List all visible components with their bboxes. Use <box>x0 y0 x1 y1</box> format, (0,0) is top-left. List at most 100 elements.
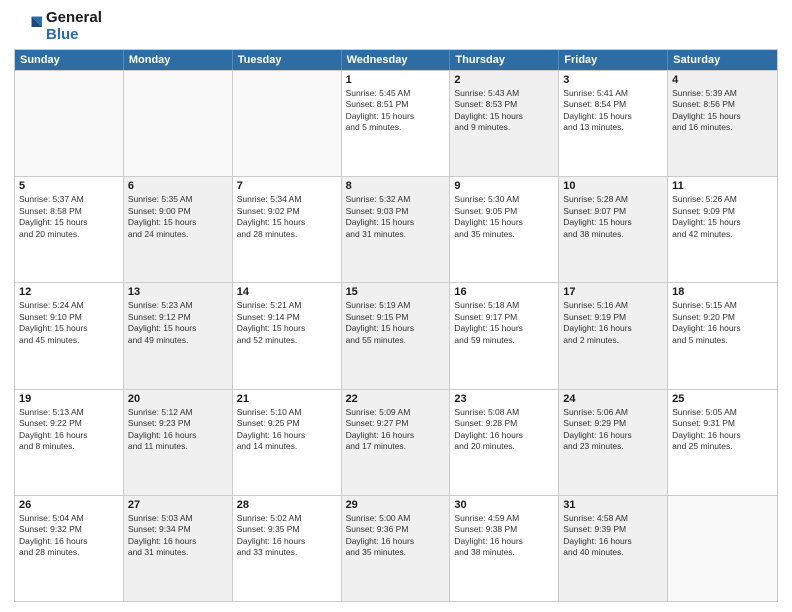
cell-content: Sunrise: 5:37 AM Sunset: 8:58 PM Dayligh… <box>19 194 119 240</box>
calendar-row: 5 Sunrise: 5:37 AM Sunset: 8:58 PM Daylig… <box>15 176 777 282</box>
day-number: 15 <box>346 286 446 298</box>
page: General Blue SundayMondayTuesdayWednesda… <box>0 0 792 612</box>
calendar-row: 1 Sunrise: 5:45 AM Sunset: 8:51 PM Daylig… <box>15 70 777 176</box>
day-number: 31 <box>563 499 663 511</box>
cell-content: Sunrise: 5:30 AM Sunset: 9:05 PM Dayligh… <box>454 194 554 240</box>
calendar-cell <box>15 71 124 176</box>
calendar-row: 19 Sunrise: 5:13 AM Sunset: 9:22 PM Dayli… <box>15 389 777 495</box>
logo-icon <box>14 13 42 41</box>
day-number: 5 <box>19 180 119 192</box>
calendar-cell: 13 Sunrise: 5:23 AM Sunset: 9:12 PM Dayli… <box>124 283 233 388</box>
day-number: 16 <box>454 286 554 298</box>
calendar-cell: 26Sunrise: 5:04 AM Sunset: 9:32 PM Dayli… <box>15 496 124 601</box>
cell-content: Sunrise: 5:26 AM Sunset: 9:09 PM Dayligh… <box>672 194 773 240</box>
calendar-cell <box>124 71 233 176</box>
day-number: 27 <box>128 499 228 511</box>
cell-content: Sunrise: 5:35 AM Sunset: 9:00 PM Dayligh… <box>128 194 228 240</box>
day-number: 6 <box>128 180 228 192</box>
cell-content: Sunrise: 5:05 AM Sunset: 9:31 PM Dayligh… <box>672 407 773 453</box>
cell-content: Sunrise: 5:45 AM Sunset: 8:51 PM Dayligh… <box>346 88 446 134</box>
day-number: 11 <box>672 180 773 192</box>
calendar-cell: 11 Sunrise: 5:26 AM Sunset: 9:09 PM Dayli… <box>668 177 777 282</box>
logo: General Blue <box>14 10 102 43</box>
calendar-header: SundayMondayTuesdayWednesdayThursdayFrid… <box>15 50 777 70</box>
cell-content: Sunrise: 5:09 AM Sunset: 9:27 PM Dayligh… <box>346 407 446 453</box>
weekday-header: Saturday <box>668 50 777 70</box>
cell-content: Sunrise: 4:59 AM Sunset: 9:38 PM Dayligh… <box>454 513 554 559</box>
calendar-cell: 23 Sunrise: 5:08 AM Sunset: 9:28 PM Dayli… <box>450 390 559 495</box>
weekday-header: Monday <box>124 50 233 70</box>
day-number: 1 <box>346 74 446 86</box>
calendar-cell: 17 Sunrise: 5:16 AM Sunset: 9:19 PM Dayli… <box>559 283 668 388</box>
day-number: 30 <box>454 499 554 511</box>
calendar-cell: 16Sunrise: 5:18 AM Sunset: 9:17 PM Dayli… <box>450 283 559 388</box>
cell-content: Sunrise: 5:28 AM Sunset: 9:07 PM Dayligh… <box>563 194 663 240</box>
calendar-cell: 2Sunrise: 5:43 AM Sunset: 8:53 PM Daylig… <box>450 71 559 176</box>
cell-content: Sunrise: 5:23 AM Sunset: 9:12 PM Dayligh… <box>128 300 228 346</box>
cell-content: Sunrise: 5:43 AM Sunset: 8:53 PM Dayligh… <box>454 88 554 134</box>
cell-content: Sunrise: 5:16 AM Sunset: 9:19 PM Dayligh… <box>563 300 663 346</box>
weekday-header: Wednesday <box>342 50 451 70</box>
calendar-cell: 20 Sunrise: 5:12 AM Sunset: 9:23 PM Dayli… <box>124 390 233 495</box>
calendar-cell: 18 Sunrise: 5:15 AM Sunset: 9:20 PM Dayli… <box>668 283 777 388</box>
day-number: 18 <box>672 286 773 298</box>
calendar-cell: 28 Sunrise: 5:02 AM Sunset: 9:35 PM Dayli… <box>233 496 342 601</box>
day-number: 7 <box>237 180 337 192</box>
calendar-cell: 30 Sunrise: 4:59 AM Sunset: 9:38 PM Dayli… <box>450 496 559 601</box>
calendar-cell: 6 Sunrise: 5:35 AM Sunset: 9:00 PM Daylig… <box>124 177 233 282</box>
day-number: 12 <box>19 286 119 298</box>
day-number: 4 <box>672 74 773 86</box>
calendar-cell: 27 Sunrise: 5:03 AM Sunset: 9:34 PM Dayli… <box>124 496 233 601</box>
cell-content: Sunrise: 5:32 AM Sunset: 9:03 PM Dayligh… <box>346 194 446 240</box>
calendar-cell: 9 Sunrise: 5:30 AM Sunset: 9:05 PM Daylig… <box>450 177 559 282</box>
cell-content: Sunrise: 5:39 AM Sunset: 8:56 PM Dayligh… <box>672 88 773 134</box>
calendar-cell: 1 Sunrise: 5:45 AM Sunset: 8:51 PM Daylig… <box>342 71 451 176</box>
day-number: 25 <box>672 393 773 405</box>
calendar-cell: 29Sunrise: 5:00 AM Sunset: 9:36 PM Dayli… <box>342 496 451 601</box>
day-number: 22 <box>346 393 446 405</box>
calendar-cell: 7 Sunrise: 5:34 AM Sunset: 9:02 PM Daylig… <box>233 177 342 282</box>
cell-content: Sunrise: 5:13 AM Sunset: 9:22 PM Dayligh… <box>19 407 119 453</box>
cell-content: Sunrise: 5:10 AM Sunset: 9:25 PM Dayligh… <box>237 407 337 453</box>
cell-content: Sunrise: 5:15 AM Sunset: 9:20 PM Dayligh… <box>672 300 773 346</box>
calendar-cell: 10 Sunrise: 5:28 AM Sunset: 9:07 PM Dayli… <box>559 177 668 282</box>
day-number: 13 <box>128 286 228 298</box>
logo-text: General Blue <box>46 10 102 43</box>
day-number: 24 <box>563 393 663 405</box>
calendar-cell: 24 Sunrise: 5:06 AM Sunset: 9:29 PM Dayli… <box>559 390 668 495</box>
calendar-cell: 12Sunrise: 5:24 AM Sunset: 9:10 PM Dayli… <box>15 283 124 388</box>
weekday-header: Sunday <box>15 50 124 70</box>
header: General Blue <box>14 10 778 43</box>
weekday-header: Thursday <box>450 50 559 70</box>
day-number: 19 <box>19 393 119 405</box>
day-number: 23 <box>454 393 554 405</box>
day-number: 20 <box>128 393 228 405</box>
cell-content: Sunrise: 5:06 AM Sunset: 9:29 PM Dayligh… <box>563 407 663 453</box>
cell-content: Sunrise: 5:34 AM Sunset: 9:02 PM Dayligh… <box>237 194 337 240</box>
day-number: 9 <box>454 180 554 192</box>
calendar-cell: 19 Sunrise: 5:13 AM Sunset: 9:22 PM Dayli… <box>15 390 124 495</box>
cell-content: Sunrise: 5:02 AM Sunset: 9:35 PM Dayligh… <box>237 513 337 559</box>
cell-content: Sunrise: 5:08 AM Sunset: 9:28 PM Dayligh… <box>454 407 554 453</box>
day-number: 8 <box>346 180 446 192</box>
calendar-cell <box>233 71 342 176</box>
day-number: 28 <box>237 499 337 511</box>
calendar-cell: 21Sunrise: 5:10 AM Sunset: 9:25 PM Dayli… <box>233 390 342 495</box>
calendar-cell: 31Sunrise: 4:58 AM Sunset: 9:39 PM Dayli… <box>559 496 668 601</box>
calendar-cell: 5 Sunrise: 5:37 AM Sunset: 8:58 PM Daylig… <box>15 177 124 282</box>
day-number: 10 <box>563 180 663 192</box>
calendar-cell: 25 Sunrise: 5:05 AM Sunset: 9:31 PM Dayli… <box>668 390 777 495</box>
cell-content: Sunrise: 5:12 AM Sunset: 9:23 PM Dayligh… <box>128 407 228 453</box>
calendar-row: 12Sunrise: 5:24 AM Sunset: 9:10 PM Dayli… <box>15 282 777 388</box>
cell-content: Sunrise: 5:03 AM Sunset: 9:34 PM Dayligh… <box>128 513 228 559</box>
weekday-header: Friday <box>559 50 668 70</box>
calendar-cell: 3Sunrise: 5:41 AM Sunset: 8:54 PM Daylig… <box>559 71 668 176</box>
cell-content: Sunrise: 5:00 AM Sunset: 9:36 PM Dayligh… <box>346 513 446 559</box>
cell-content: Sunrise: 5:41 AM Sunset: 8:54 PM Dayligh… <box>563 88 663 134</box>
calendar-cell: 4 Sunrise: 5:39 AM Sunset: 8:56 PM Daylig… <box>668 71 777 176</box>
day-number: 14 <box>237 286 337 298</box>
calendar-cell: 22 Sunrise: 5:09 AM Sunset: 9:27 PM Dayli… <box>342 390 451 495</box>
day-number: 17 <box>563 286 663 298</box>
calendar-row: 26Sunrise: 5:04 AM Sunset: 9:32 PM Dayli… <box>15 495 777 601</box>
calendar-cell: 14Sunrise: 5:21 AM Sunset: 9:14 PM Dayli… <box>233 283 342 388</box>
